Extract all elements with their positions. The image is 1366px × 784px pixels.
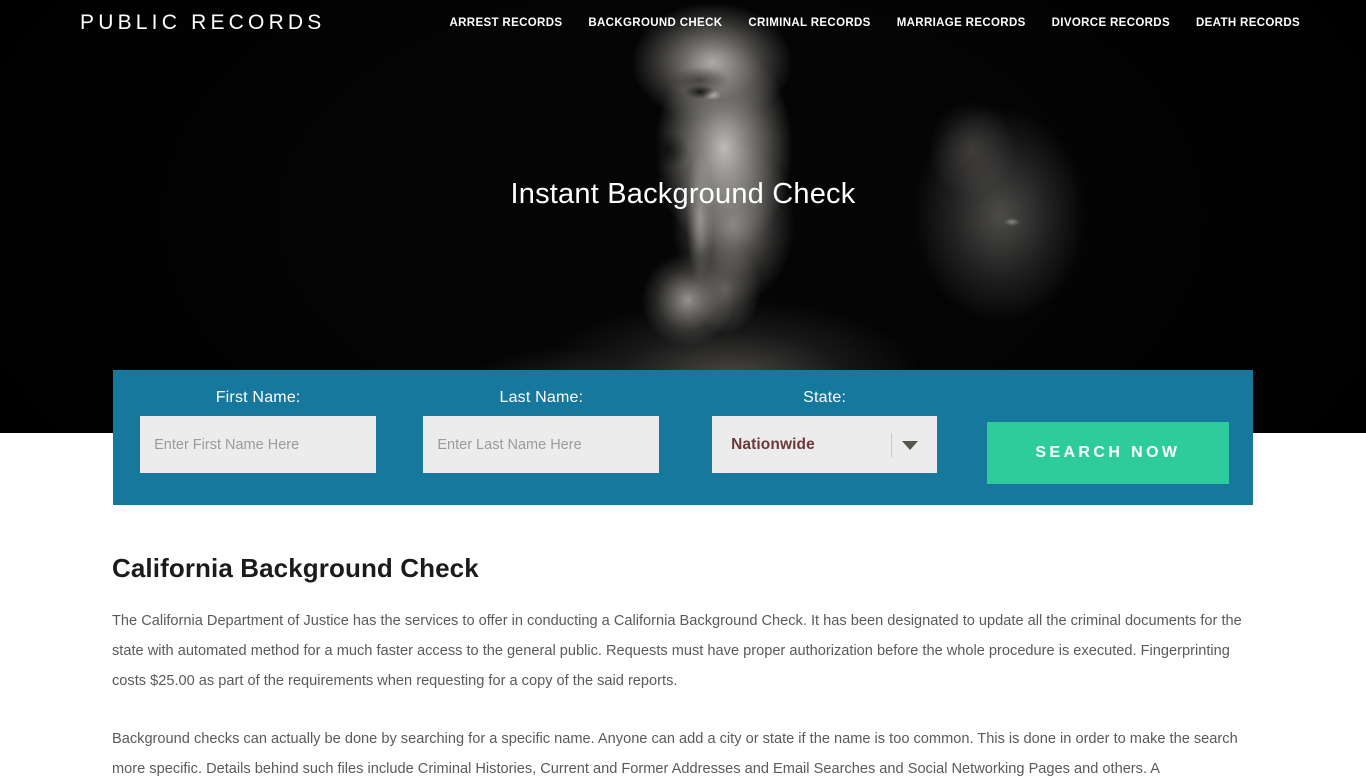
first-name-group: First Name: — [133, 389, 383, 473]
last-name-input[interactable] — [423, 416, 660, 473]
nav-item-background-check[interactable]: BACKGROUND CHECK — [588, 17, 722, 29]
search-now-button[interactable]: SEARCH NOW — [986, 422, 1229, 484]
state-group: State: Nationwide — [700, 389, 950, 473]
hero-background-image — [0, 0, 1366, 433]
site-logo[interactable]: PUBLIC RECORDS — [80, 11, 326, 35]
article-title: California Background Check — [112, 553, 479, 583]
submit-group: SEARCH NOW — [983, 389, 1233, 484]
nav-item-death-records[interactable]: DEATH RECORDS — [1196, 17, 1300, 29]
nav-item-criminal-records[interactable]: CRIMINAL RECORDS — [748, 17, 870, 29]
nav-item-divorce-records[interactable]: DIVORCE RECORDS — [1052, 17, 1170, 29]
article-paragraph-1: The California Department of Justice has… — [112, 613, 1242, 689]
hero-title: Instant Background Check — [510, 178, 856, 210]
state-label: State: — [803, 389, 847, 406]
last-name-label: Last Name: — [499, 389, 584, 406]
hero-section: PUBLIC RECORDS ARREST RECORDS BACKGROUND… — [0, 0, 1366, 433]
state-select-value: Nationwide — [731, 435, 815, 453]
last-name-group: Last Name: — [416, 389, 666, 473]
nav-item-arrest-records[interactable]: ARREST RECORDS — [449, 17, 562, 29]
site-header: PUBLIC RECORDS ARREST RECORDS BACKGROUND… — [0, 0, 1366, 45]
search-form: First Name: Last Name: State: Nationwide… — [113, 370, 1253, 505]
article-section: California Background Check The Californ… — [0, 505, 1366, 784]
select-divider — [891, 433, 893, 457]
state-select[interactable]: Nationwide — [712, 416, 938, 473]
article-paragraph-2: Background checks can actually be done b… — [112, 731, 1238, 777]
first-name-label: First Name: — [215, 389, 301, 406]
nav-item-marriage-records[interactable]: MARRIAGE RECORDS — [897, 17, 1026, 29]
main-navigation: ARREST RECORDS BACKGROUND CHECK CRIMINAL… — [449, 17, 1300, 29]
first-name-input[interactable] — [140, 416, 377, 473]
chevron-down-icon — [902, 441, 919, 450]
